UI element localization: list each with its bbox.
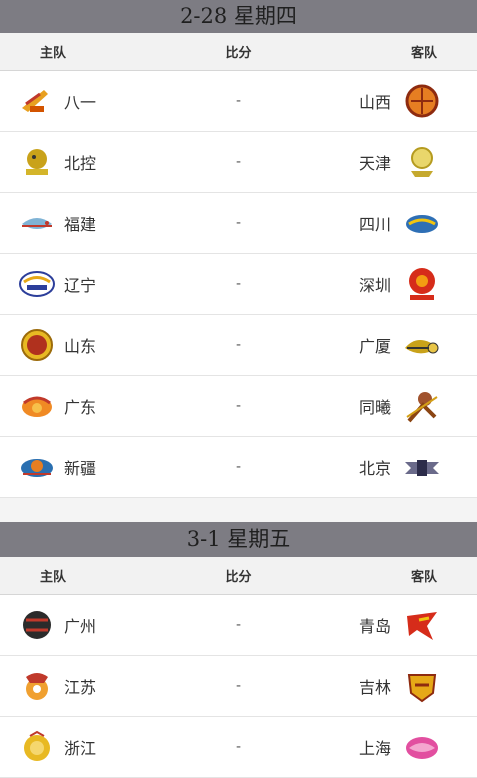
jilin-tigers-logo-icon — [403, 667, 441, 705]
score: - — [235, 459, 242, 475]
home-team-name: 广东 — [64, 398, 97, 417]
shanghai-sharks-logo-icon — [403, 728, 441, 766]
home-team-name: 辽宁 — [64, 276, 97, 295]
score-column-header: 比分 — [225, 570, 252, 585]
away-team-name: 北京 — [358, 459, 391, 478]
score: - — [235, 337, 242, 353]
section-divider — [0, 498, 477, 522]
shanxi-brave-dragons-logo-icon — [403, 82, 441, 120]
home-team[interactable]: 辽宁 — [0, 265, 160, 303]
day-section-1: 2-28 星期四 主队 比分 客队 八一 - 山西 北控 - 天津 福建 - 四… — [0, 0, 477, 498]
guangsha-lions-logo-icon — [403, 326, 441, 364]
qingdao-eagles-logo-icon — [403, 606, 441, 644]
bayi-rockets-logo-icon — [18, 82, 56, 120]
home-team[interactable]: 山东 — [0, 326, 160, 364]
home-team-name: 广州 — [64, 617, 97, 636]
game-row[interactable]: 福建 - 四川 — [0, 193, 477, 254]
day-header: 2-28 星期四 — [0, 0, 477, 33]
away-team[interactable]: 同曦 — [317, 387, 477, 425]
away-team[interactable]: 北京 — [317, 448, 477, 486]
game-row[interactable]: 八一 - 山西 — [0, 71, 477, 132]
away-team[interactable]: 天津 — [317, 143, 477, 181]
score: - — [235, 215, 242, 231]
away-team-name: 吉林 — [358, 678, 391, 697]
game-row[interactable]: 广州 - 青岛 — [0, 595, 477, 656]
away-team-name: 天津 — [358, 154, 391, 173]
home-team-name: 新疆 — [64, 459, 97, 478]
away-team-name: 同曦 — [358, 398, 391, 417]
tongxi-monkey-kings-logo-icon — [403, 387, 441, 425]
away-team-name: 青岛 — [358, 617, 391, 636]
away-team[interactable]: 上海 — [317, 728, 477, 766]
score: - — [235, 739, 242, 755]
game-row[interactable]: 浙江 - 上海 — [0, 717, 477, 778]
game-row[interactable]: 辽宁 - 深圳 — [0, 254, 477, 315]
guangzhou-loong-lions-logo-icon — [18, 606, 56, 644]
home-column-header: 主队 — [39, 570, 66, 585]
home-team-name: 北控 — [64, 154, 97, 173]
beikong-fly-dragons-logo-icon — [18, 143, 56, 181]
home-team[interactable]: 北控 — [0, 143, 160, 181]
home-team[interactable]: 浙江 — [0, 728, 160, 766]
day-header: 3-1 星期五 — [0, 522, 477, 557]
home-team-name: 八一 — [64, 93, 97, 112]
guangdong-tigers-logo-icon — [18, 387, 56, 425]
xinjiang-tigers-logo-icon — [18, 448, 56, 486]
home-team-name: 江苏 — [64, 678, 97, 697]
away-team[interactable]: 广厦 — [317, 326, 477, 364]
home-team[interactable]: 江苏 — [0, 667, 160, 705]
tianjin-pioneers-logo-icon — [403, 143, 441, 181]
away-team-name: 上海 — [358, 739, 391, 758]
score-column-header: 比分 — [225, 46, 252, 61]
away-team-name: 山西 — [358, 93, 391, 112]
score: - — [235, 398, 242, 414]
fujian-sturgeons-logo-icon — [18, 204, 56, 242]
home-team[interactable]: 新疆 — [0, 448, 160, 486]
beijing-ducks-logo-icon — [403, 448, 441, 486]
score: - — [235, 276, 242, 292]
home-team[interactable]: 福建 — [0, 204, 160, 242]
score: - — [235, 93, 242, 109]
liaoning-flying-leopards-logo-icon — [18, 265, 56, 303]
away-team-name: 四川 — [358, 215, 391, 234]
home-team[interactable]: 八一 — [0, 82, 160, 120]
jiangsu-dragons-logo-icon — [18, 667, 56, 705]
away-team[interactable]: 深圳 — [317, 265, 477, 303]
away-team[interactable]: 吉林 — [317, 667, 477, 705]
score: - — [235, 617, 242, 633]
home-team-name: 浙江 — [64, 739, 97, 758]
sichuan-blue-whales-logo-icon — [403, 204, 441, 242]
home-column-header: 主队 — [39, 46, 66, 61]
home-team[interactable]: 广东 — [0, 387, 160, 425]
column-header-row: 主队 比分 客队 — [0, 557, 477, 595]
shenzhen-leopards-logo-icon — [403, 265, 441, 303]
home-team-name: 山东 — [64, 337, 97, 356]
away-column-header: 客队 — [410, 46, 437, 61]
column-header-row: 主队 比分 客队 — [0, 33, 477, 71]
game-row[interactable]: 广东 - 同曦 — [0, 376, 477, 437]
game-row[interactable]: 北控 - 天津 — [0, 132, 477, 193]
away-team-name: 广厦 — [358, 337, 391, 356]
away-team[interactable]: 青岛 — [317, 606, 477, 644]
away-team-name: 深圳 — [358, 276, 391, 295]
day-section-2: 3-1 星期五 主队 比分 客队 广州 - 青岛 江苏 - 吉林 浙江 - 上海 — [0, 522, 477, 778]
score: - — [235, 678, 242, 694]
away-column-header: 客队 — [410, 570, 437, 585]
shandong-heroes-logo-icon — [18, 326, 56, 364]
home-team-name: 福建 — [64, 215, 97, 234]
zhejiang-lions-logo-icon — [18, 728, 56, 766]
game-row[interactable]: 新疆 - 北京 — [0, 437, 477, 498]
home-team[interactable]: 广州 — [0, 606, 160, 644]
game-row[interactable]: 山东 - 广厦 — [0, 315, 477, 376]
game-row[interactable]: 江苏 - 吉林 — [0, 656, 477, 717]
away-team[interactable]: 山西 — [317, 82, 477, 120]
away-team[interactable]: 四川 — [317, 204, 477, 242]
score: - — [235, 154, 242, 170]
